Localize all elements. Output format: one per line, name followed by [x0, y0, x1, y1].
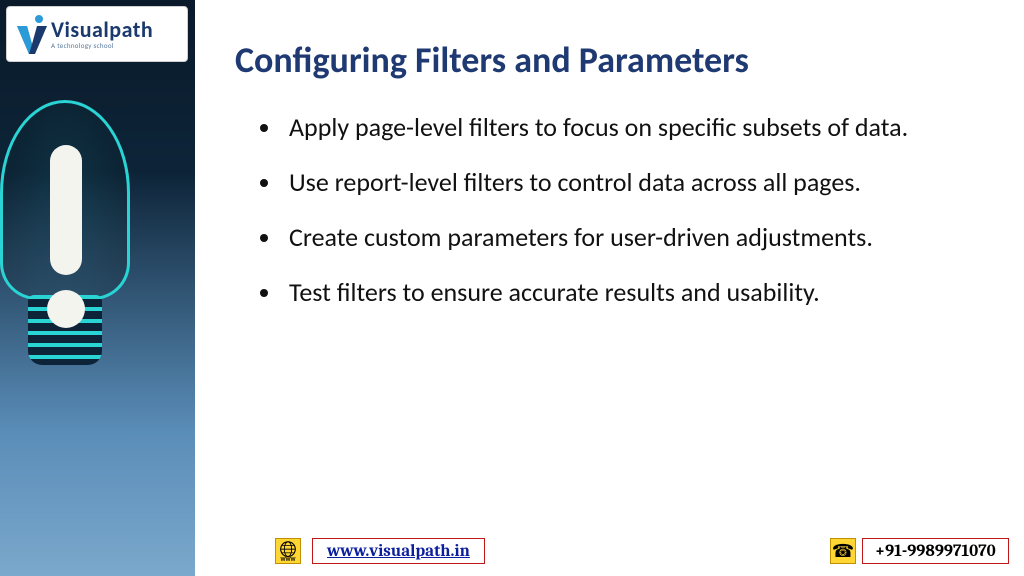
bullet-item: Use report-level filters to control data… [283, 165, 995, 200]
bullet-item: Create custom parameters for user-driven… [283, 220, 995, 255]
telephone-icon: ☎ [830, 538, 856, 564]
lightbulb-graphic [0, 90, 150, 490]
main-content: Configuring Filters and Parameters Apply… [235, 38, 995, 330]
svg-text:WWW: WWW [281, 557, 296, 562]
exclamation-icon [50, 145, 82, 275]
logo-card: Visualpath A technology school [6, 6, 188, 62]
sidebar-graphic: Visualpath A technology school [0, 0, 195, 576]
bullet-list: Apply page-level filters to focus on spe… [235, 110, 995, 310]
phone-number: +91-9989971070 [875, 542, 996, 561]
url-box: www.visualpath.in [312, 538, 485, 564]
slide-title: Configuring Filters and Parameters [235, 38, 995, 82]
logo-text-sub: A technology school [51, 42, 153, 49]
bullet-item: Apply page-level filters to focus on spe… [283, 110, 995, 145]
bullet-item: Test filters to ensure accurate results … [283, 275, 995, 310]
globe-icon: WWW [275, 538, 301, 564]
phone-box: +91-9989971070 [862, 538, 1009, 564]
website-link[interactable]: www.visualpath.in [327, 542, 470, 561]
footer: WWW www.visualpath.in ☎ +91-9989971070 [0, 532, 1024, 566]
logo-icon [15, 14, 49, 54]
logo-text-main: Visualpath [51, 19, 153, 41]
